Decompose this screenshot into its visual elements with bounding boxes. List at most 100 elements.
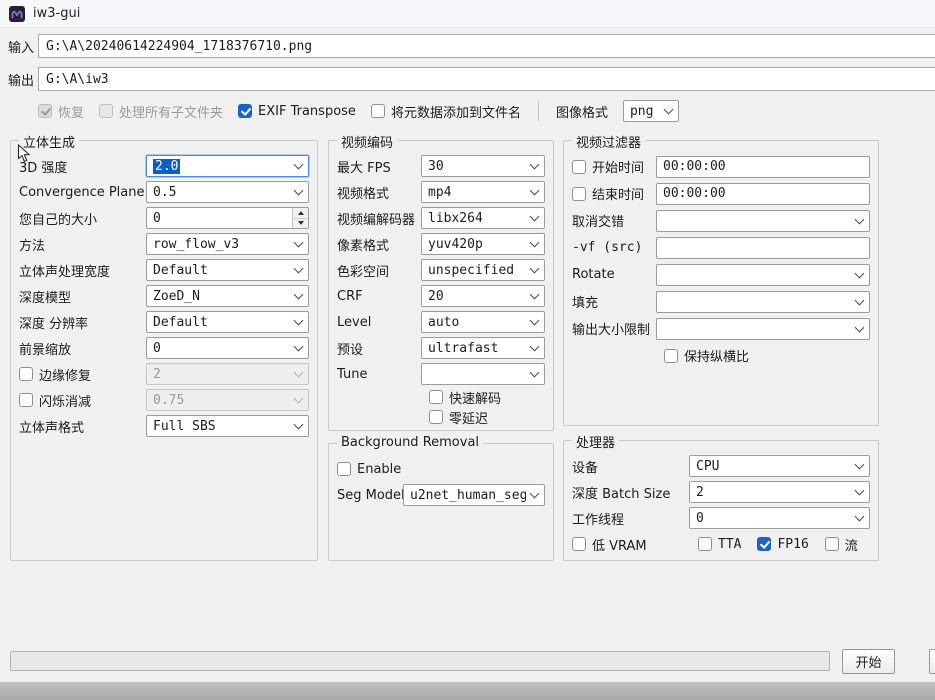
- strength-combobox[interactable]: 2.0: [146, 155, 309, 177]
- resume-option: 恢复: [38, 102, 84, 121]
- form-row: Convergence Plane 0.5: [11, 179, 317, 205]
- form-row: 输出大小限制: [564, 315, 878, 342]
- convergence-combobox[interactable]: 0.5: [146, 181, 309, 203]
- keep-aspect-checkbox[interactable]: [664, 349, 678, 363]
- input-path-field[interactable]: G:\A\20240614224904_1718376710.png: [38, 34, 935, 58]
- video-format-combobox[interactable]: mp4: [421, 181, 545, 203]
- depth-model-combobox[interactable]: ZoeD_N: [146, 285, 309, 307]
- own-size-spinner[interactable]: 0: [146, 207, 309, 229]
- append-metadata-label: 将元数据添加到文件名: [391, 102, 521, 121]
- end-time-checkbox[interactable]: [572, 187, 586, 201]
- fast-decode-label: 快速解码: [449, 388, 501, 407]
- form-row: Level auto: [329, 309, 553, 335]
- form-row: CRF 20: [329, 283, 553, 309]
- form-row: 立体声处理宽度 Default: [11, 257, 317, 283]
- exif-transpose-label: EXIF Transpose: [258, 104, 356, 119]
- method-value: row_flow_v3: [153, 237, 239, 252]
- seg-model-combobox[interactable]: u2net_human_seg: [403, 484, 545, 506]
- stereo-width-combobox[interactable]: Default: [146, 259, 309, 281]
- vf-label: -vf (src): [572, 240, 656, 255]
- deinterlace-combobox[interactable]: [656, 210, 870, 232]
- depth-resolution-combobox[interactable]: Default: [146, 311, 309, 333]
- output-path-field[interactable]: G:\A\iw3: [38, 67, 935, 91]
- mouse-cursor: [17, 144, 31, 168]
- strength-label: 3D 强度: [19, 157, 146, 176]
- workers-label: 工作线程: [572, 509, 689, 528]
- video-filter-group: 视频过滤器 开始时间 00:00:00 结束时间 00:00:00 取消交错 -…: [563, 140, 879, 426]
- start-time-checkbox[interactable]: [572, 160, 586, 174]
- form-row: 深度模型 ZoeD_N: [11, 283, 317, 309]
- form-row: 方法 row_flow_v3: [11, 231, 317, 257]
- start-time-value: 00:00:00: [663, 159, 726, 174]
- cropped-edge-button[interactable]: [929, 649, 935, 674]
- depth-resolution-value: Default: [153, 315, 208, 330]
- flicker-reduction-combobox: 0.75: [146, 389, 309, 411]
- flicker-reduction-checkbox[interactable]: [19, 393, 33, 407]
- colorspace-combobox[interactable]: unspecified: [421, 259, 545, 281]
- bottom-strip: [0, 682, 935, 700]
- preset-combobox[interactable]: ultrafast: [421, 337, 545, 359]
- form-row: 保持纵横比: [564, 342, 878, 369]
- tune-combobox[interactable]: [421, 363, 545, 385]
- stereo-format-combobox[interactable]: Full SBS: [146, 415, 309, 437]
- fp16-label: FP16: [777, 537, 808, 552]
- tta-label: TTA: [718, 537, 741, 552]
- spin-up-button[interactable]: [293, 208, 308, 218]
- level-combobox[interactable]: auto: [421, 311, 545, 333]
- crf-value: 20: [428, 289, 444, 304]
- pad-label: 填充: [572, 292, 656, 311]
- foreground-scale-label: 前景缩放: [19, 339, 146, 358]
- fp16-checkbox[interactable]: [757, 537, 771, 551]
- own-size-label: 您自己的大小: [19, 209, 146, 228]
- crf-label: CRF: [337, 289, 421, 304]
- form-row: Tune: [329, 361, 553, 387]
- pad-combobox[interactable]: [656, 291, 870, 313]
- zero-latency-checkbox[interactable]: [429, 410, 443, 424]
- rotate-combobox[interactable]: [656, 264, 870, 286]
- spin-down-button[interactable]: [293, 218, 308, 229]
- workers-combobox[interactable]: 0: [689, 507, 870, 529]
- stream-checkbox[interactable]: [825, 537, 839, 551]
- separator: [538, 101, 539, 121]
- processor-checkbox-row: 低 VRAM TTA FP16 流: [564, 531, 878, 557]
- pixel-format-combobox[interactable]: yuv420p: [421, 233, 545, 255]
- crf-combobox[interactable]: 20: [421, 285, 545, 307]
- video-codec-combobox[interactable]: libx264: [421, 207, 545, 229]
- append-metadata-checkbox[interactable]: [371, 104, 385, 118]
- max-output-combobox[interactable]: [656, 318, 870, 340]
- fast-decode-checkbox[interactable]: [429, 390, 443, 404]
- append-metadata-option: 将元数据添加到文件名: [371, 102, 521, 121]
- batch-size-label: 深度 Batch Size: [572, 483, 689, 502]
- window-title: iw3-gui: [33, 6, 80, 21]
- batch-size-value: 2: [696, 485, 704, 500]
- start-time-field[interactable]: 00:00:00: [656, 156, 870, 178]
- form-row: 快速解码: [329, 387, 553, 407]
- input-label: 输入: [8, 37, 38, 56]
- depth-resolution-label: 深度 分辨率: [19, 313, 146, 332]
- tta-checkbox[interactable]: [698, 537, 712, 551]
- iw3-gui-window: { "window": { "title": "iw3-gui" }, "io"…: [0, 0, 935, 700]
- batch-size-combobox[interactable]: 2: [689, 481, 870, 503]
- method-combobox[interactable]: row_flow_v3: [146, 233, 309, 255]
- start-button[interactable]: 开始: [842, 649, 895, 674]
- bg-removal-enable-label: Enable: [357, 462, 401, 477]
- convergence-value: 0.5: [153, 185, 176, 200]
- bg-removal-enable-checkbox[interactable]: [337, 462, 351, 476]
- form-row: -vf (src): [564, 234, 878, 261]
- form-row: Seg Model u2net_human_seg: [329, 482, 553, 508]
- vf-field[interactable]: [656, 237, 870, 259]
- rotate-label: Rotate: [572, 267, 656, 282]
- low-vram-checkbox[interactable]: [572, 537, 586, 551]
- device-combobox[interactable]: CPU: [689, 455, 870, 477]
- exif-transpose-checkbox[interactable]: [238, 104, 252, 118]
- end-time-field[interactable]: 00:00:00: [656, 183, 870, 205]
- image-format-label: 图像格式: [556, 102, 608, 121]
- stereo-format-value: Full SBS: [153, 419, 216, 434]
- edge-fix-checkbox[interactable]: [19, 367, 33, 381]
- end-time-label: 结束时间: [592, 184, 644, 203]
- max-fps-combobox[interactable]: 30: [421, 155, 545, 177]
- bg-removal-group-title: Background Removal: [337, 435, 483, 450]
- form-row: 设备 CPU: [564, 453, 878, 479]
- options-row: 恢复 处理所有子文件夹 EXIF Transpose 将元数据添加到文件名 图像…: [38, 99, 679, 123]
- foreground-scale-combobox[interactable]: 0: [146, 337, 309, 359]
